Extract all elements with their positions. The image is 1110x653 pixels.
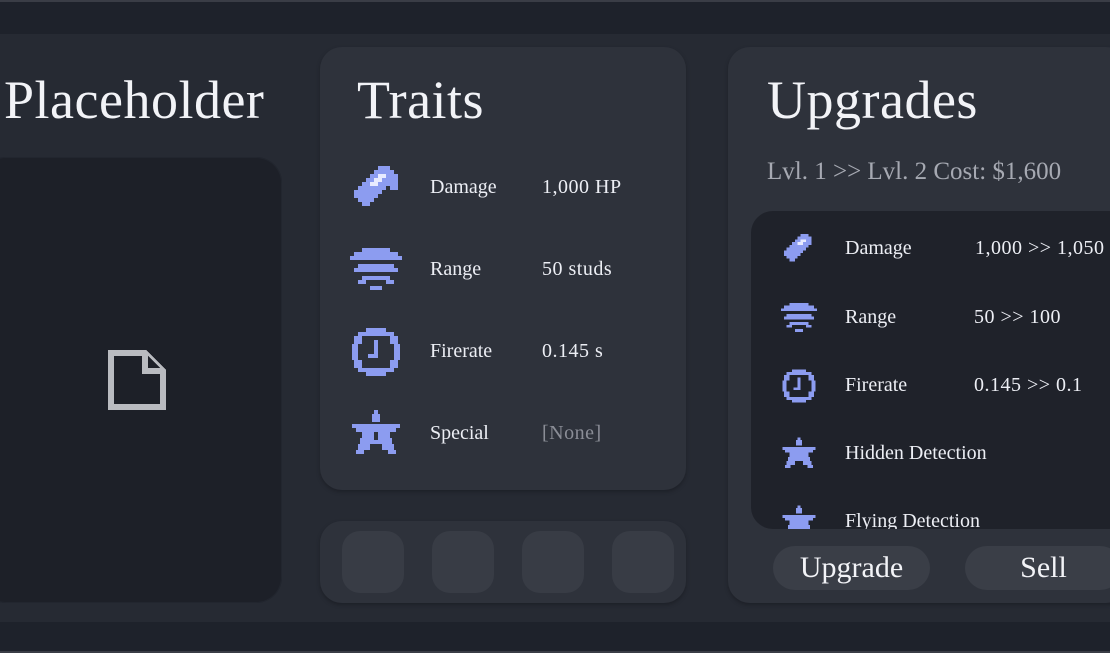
upgrade-row-range: Range 50 >> 100: [781, 300, 1110, 336]
upgrade-button[interactable]: Upgrade: [773, 546, 930, 590]
tower-name-title: Placeholder: [4, 70, 265, 130]
firerate-icon: [782, 369, 816, 403]
range-icon: [781, 302, 817, 332]
bottom-bar: [0, 622, 1110, 653]
damage-icon: [354, 166, 398, 206]
firerate-icon: [352, 328, 400, 376]
top-bar: [0, 0, 1110, 36]
upgrade-label: Range: [845, 306, 897, 328]
range-icon: [350, 248, 402, 290]
special-icon: [782, 505, 816, 529]
upgrade-label: Firerate: [845, 374, 908, 396]
upgrade-label: Damage: [845, 237, 912, 259]
trait-label: Special: [430, 422, 489, 444]
trait-label: Damage: [430, 176, 497, 198]
trait-value: 50 studs: [542, 258, 613, 280]
damage-icon: [783, 233, 812, 262]
upgrade-value: 50 >> 100: [974, 306, 1062, 328]
trait-value: [None]: [542, 422, 602, 444]
upgrade-row-damage: Damage 1,000 >> 1,050: [781, 231, 1110, 267]
special-icon: [352, 410, 400, 454]
trait-row-firerate: Firerate 0.145 s: [350, 326, 670, 378]
trait-label: Range: [430, 258, 482, 280]
upgrade-label: Hidden Detection: [845, 442, 987, 464]
upgrade-row-hidden-detection: Hidden Detection: [781, 436, 1110, 472]
trait-row-special: Special [None]: [350, 408, 670, 460]
special-icon: [782, 437, 816, 468]
upgrade-label: Flying Detection: [845, 510, 980, 529]
trait-value: 0.145 s: [542, 340, 604, 362]
ability-slot[interactable]: [522, 531, 584, 593]
trait-label: Firerate: [430, 340, 493, 362]
sell-button[interactable]: Sell: [965, 546, 1110, 590]
trait-row-range: Range 50 studs: [350, 244, 670, 296]
ability-slot[interactable]: [612, 531, 674, 593]
ability-slot[interactable]: [342, 531, 404, 593]
upgrade-value: 1,000 >> 1,050: [975, 237, 1105, 259]
upgrade-row-firerate: Firerate 0.145 >> 0.1: [781, 368, 1110, 404]
ability-slot[interactable]: [432, 531, 494, 593]
upgrade-stats-list[interactable]: Damage 1,000 >> 1,050 Range 50 >> 100 Fi…: [751, 211, 1110, 529]
upgrades-title: Upgrades: [767, 70, 978, 130]
upgrade-row-flying-detection: Flying Detection: [781, 504, 1110, 529]
game-ui-frame: Placeholder Traits Damage 1,000 HP Range…: [0, 0, 1110, 653]
trait-value: 1,000 HP: [542, 176, 622, 198]
trait-row-damage: Damage 1,000 HP: [350, 162, 670, 214]
upgrade-level-cost: Lvl. 1 >> Lvl. 2 Cost: $1,600: [767, 158, 1062, 185]
traits-title: Traits: [357, 70, 485, 130]
file-icon: [108, 350, 166, 410]
upgrade-value: 0.145 >> 0.1: [974, 374, 1083, 396]
